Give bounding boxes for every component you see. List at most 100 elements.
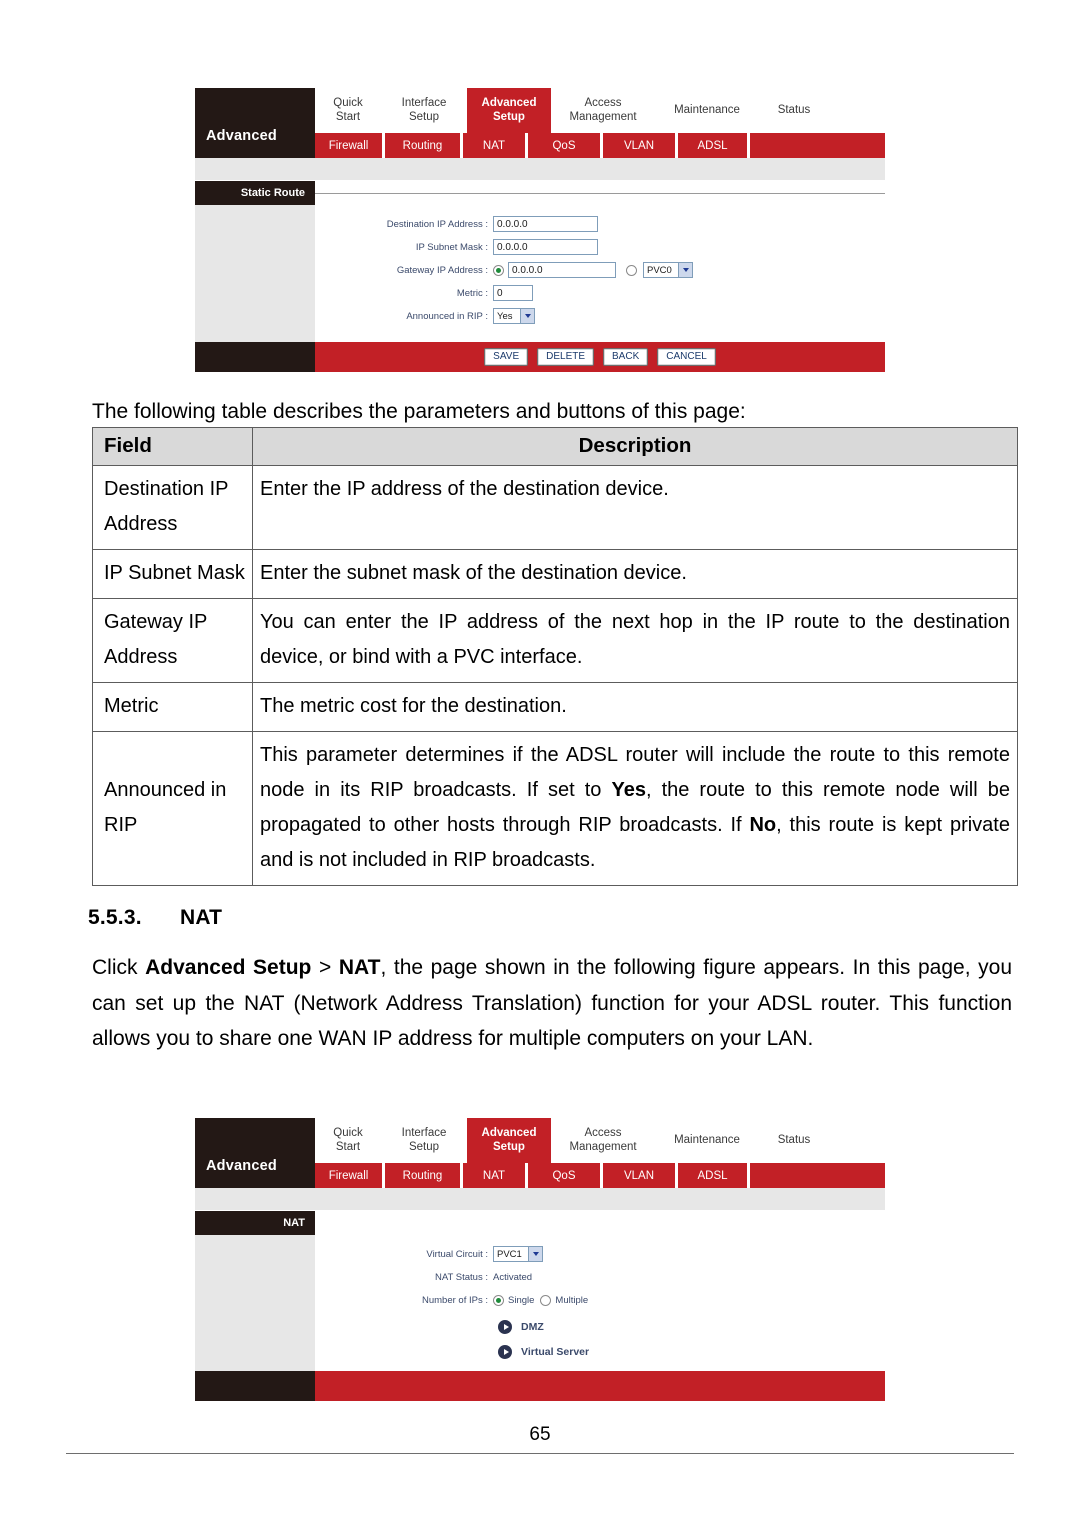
router-body: NAT Virtual Circuit : PVC1 NAT Status : …: [195, 1211, 885, 1371]
nat-intro-paragraph: Click Advanced Setup > NAT, the page sho…: [92, 950, 1012, 1057]
subtab-routing[interactable]: Routing: [385, 1163, 463, 1188]
number-of-ips-radio-single[interactable]: [493, 1294, 504, 1306]
nat-para-bold-advanced-setup: Advanced Setup: [145, 956, 312, 979]
row-desc-ip-subnet-mask: Enter the subnet mask of the destination…: [252, 549, 1018, 599]
router-content-panel: Virtual Circuit : PVC1 NAT Status : Acti…: [315, 1211, 885, 1371]
announced-in-rip-select[interactable]: Yes: [493, 308, 535, 324]
nat-para-bold-nat: NAT: [338, 956, 381, 979]
tab-quick-start-line2: Start: [335, 110, 361, 123]
tab-maintenance[interactable]: Maintenance: [655, 88, 759, 133]
subnet-mask-input[interactable]: 0.0.0.0: [493, 239, 598, 255]
chevron-down-icon: [528, 1247, 542, 1261]
virtual-circuit-select[interactable]: PVC1: [493, 1246, 543, 1262]
router-sub-tabs: Firewall Routing NAT QoS VLAN ADSL: [315, 133, 885, 158]
router-footer: [195, 1371, 885, 1401]
number-of-ips-radio-multiple[interactable]: [540, 1294, 552, 1306]
subtab-qos[interactable]: QoS: [528, 133, 603, 158]
nat-link-virtual-server[interactable]: Virtual Server: [315, 1345, 885, 1359]
nat-link-dmz[interactable]: DMZ: [315, 1320, 885, 1334]
subtab-nat[interactable]: NAT: [463, 1163, 528, 1188]
tab-maintenance[interactable]: Maintenance: [655, 1118, 759, 1163]
row-field-destination-ip-address: Destination IP Address: [92, 465, 253, 550]
intro-sentence: The following table describes the parame…: [92, 400, 746, 423]
virtual-circuit-value: PVC1: [497, 1248, 522, 1260]
field-row-subnet-mask: IP Subnet Mask : 0.0.0.0: [315, 238, 885, 256]
tab-access-management[interactable]: Access Management: [551, 1118, 655, 1163]
subtab-adsl[interactable]: ADSL: [678, 1163, 750, 1188]
gateway-ip-input[interactable]: 0.0.0.0: [508, 262, 616, 278]
tab-advanced-setup[interactable]: Advanced Setup: [467, 88, 551, 133]
router-screenshot-static-route: Advanced Quick Start Interface Setup Adv…: [195, 88, 885, 372]
tab-maintenance-label: Maintenance: [674, 1133, 740, 1146]
subtab-qos[interactable]: QoS: [528, 1163, 603, 1188]
router-spacer-band: [195, 1188, 885, 1211]
subtab-firewall[interactable]: Firewall: [315, 133, 385, 158]
table-row: Metric The metric cost for the destinati…: [92, 682, 1018, 732]
router-header: Advanced Quick Start Interface Setup Adv…: [195, 88, 885, 158]
tab-advanced-setup[interactable]: Advanced Setup: [467, 1118, 551, 1163]
tab-access-management-line2: Management: [569, 1140, 637, 1153]
field-row-announced-in-rip: Announced in RIP : Yes: [315, 307, 885, 325]
router-spacer-band: [195, 158, 885, 181]
back-button[interactable]: BACK: [603, 348, 649, 366]
tab-interface-setup[interactable]: Interface Setup: [381, 1118, 467, 1163]
table-header-field: Field: [92, 427, 253, 466]
subtab-nat[interactable]: NAT: [463, 133, 528, 158]
section-number: 5.5.3.: [88, 906, 142, 929]
number-of-ips-label: Number of IPs :: [422, 1294, 488, 1306]
gateway-pvc-radio[interactable]: [626, 264, 637, 276]
subtab-vlan[interactable]: VLAN: [603, 133, 678, 158]
router-main-tabs: Quick Start Interface Setup Advanced Set…: [315, 1118, 885, 1163]
footer-divider: [66, 1453, 1014, 1454]
subtab-filler: [750, 133, 885, 158]
row-desc-destination-ip-address: Enter the IP address of the destination …: [252, 465, 1018, 550]
subtab-routing[interactable]: Routing: [385, 133, 463, 158]
destination-ip-label: Destination IP Address :: [386, 218, 488, 230]
tab-advanced-setup-line2: Setup: [493, 1140, 525, 1153]
destination-ip-input[interactable]: 0.0.0.0: [493, 216, 598, 232]
router-sidebar: Static Route: [195, 181, 315, 342]
tab-status[interactable]: Status: [759, 88, 829, 133]
footer-left-block: [195, 342, 315, 372]
metric-input[interactable]: 0: [493, 285, 533, 301]
tab-access-management[interactable]: Access Management: [551, 88, 655, 133]
save-button[interactable]: SAVE: [484, 348, 529, 366]
page-number: 65: [529, 1424, 551, 1445]
delete-button[interactable]: DELETE: [537, 348, 595, 366]
tab-status[interactable]: Status: [759, 1118, 829, 1163]
table-row: Destination IP Address Enter the IP addr…: [92, 465, 1018, 550]
subtab-filler: [750, 1163, 885, 1188]
row-desc-metric: The metric cost for the destination.: [252, 682, 1018, 732]
tab-quick-start[interactable]: Quick Start: [315, 88, 381, 133]
row-field-metric: Metric: [92, 682, 253, 732]
cancel-button[interactable]: CANCEL: [657, 348, 716, 366]
nat-para-part1: Click: [92, 956, 146, 979]
tab-advanced-setup-line1: Advanced: [481, 1126, 537, 1139]
announced-in-rip-label: Announced in RIP :: [406, 310, 488, 322]
field-row-number-of-ips: Number of IPs : Single Multiple: [315, 1291, 885, 1309]
tab-interface-setup-line1: Interface: [401, 1126, 447, 1139]
field-row-virtual-circuit: Virtual Circuit : PVC1: [315, 1245, 885, 1263]
tab-interface-setup[interactable]: Interface Setup: [381, 88, 467, 133]
gateway-pvc-value: PVC0: [647, 264, 672, 276]
subtab-firewall[interactable]: Firewall: [315, 1163, 385, 1188]
subtab-vlan[interactable]: VLAN: [603, 1163, 678, 1188]
tab-quick-start[interactable]: Quick Start: [315, 1118, 381, 1163]
tab-access-management-line1: Access: [584, 1126, 622, 1139]
router-brand-logo: Advanced: [195, 88, 315, 158]
section-title: NAT: [180, 906, 223, 929]
subtab-adsl[interactable]: ADSL: [678, 133, 750, 158]
subnet-mask-label: IP Subnet Mask :: [415, 241, 488, 253]
gateway-ip-radio[interactable]: [493, 264, 504, 276]
content-divider: [315, 181, 885, 205]
tab-quick-start-line1: Quick: [333, 1126, 363, 1139]
static-route-form: Destination IP Address : 0.0.0.0 IP Subn…: [315, 205, 885, 342]
gateway-pvc-select[interactable]: PVC0: [643, 262, 693, 278]
table-header-description: Description: [252, 427, 1018, 466]
emphasis-no: No: [749, 814, 777, 836]
router-main-tabs: Quick Start Interface Setup Advanced Set…: [315, 88, 885, 133]
tab-interface-setup-line1: Interface: [401, 96, 447, 109]
router-sub-tabs: Firewall Routing NAT QoS VLAN ADSL: [315, 1163, 885, 1188]
table-row: Announced in RIP This parameter determin…: [92, 731, 1018, 886]
router-header: Advanced Quick Start Interface Setup Adv…: [195, 1118, 885, 1188]
